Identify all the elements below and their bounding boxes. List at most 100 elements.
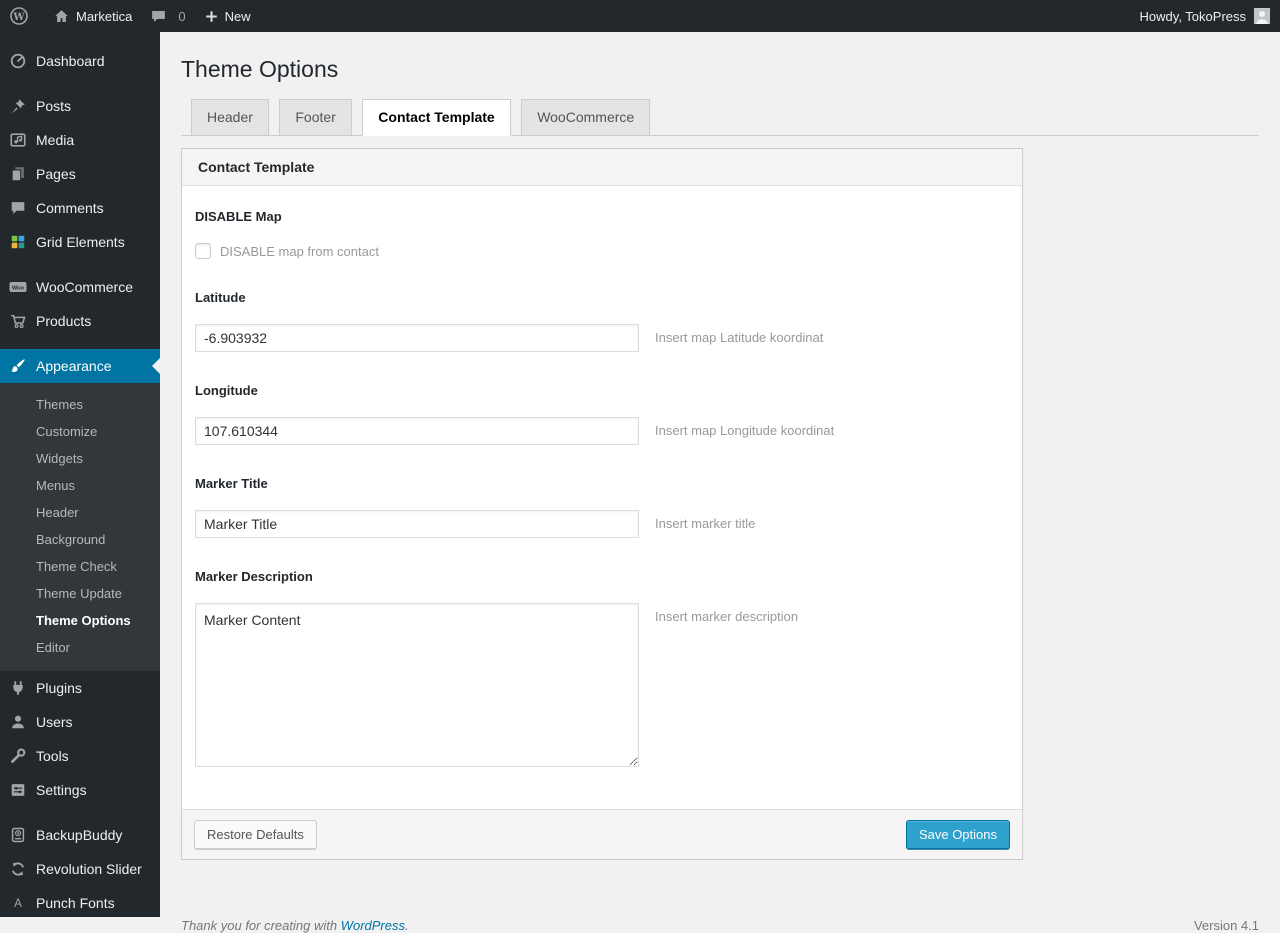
- howdy-label: Howdy, TokoPress: [1139, 8, 1246, 24]
- sidebar-item-label: Products: [36, 313, 92, 329]
- sidebar-item-users[interactable]: Users: [0, 705, 160, 739]
- sidebar-item-woocommerce[interactable]: Woo WooCommerce: [0, 270, 160, 304]
- tab-header[interactable]: Header: [191, 99, 269, 135]
- marker-description-textarea[interactable]: Marker Content: [195, 603, 639, 767]
- field-label: DISABLE Map: [195, 209, 282, 224]
- plug-icon: [8, 678, 28, 698]
- svg-text:Woo: Woo: [12, 286, 25, 292]
- checkbox-label: DISABLE map from contact: [220, 243, 379, 259]
- sidebar-item-label: Pages: [36, 166, 76, 182]
- tab-woocommerce[interactable]: WooCommerce: [521, 99, 651, 135]
- submenu-item-customize[interactable]: Customize: [0, 418, 160, 445]
- sidebar-item-media[interactable]: Media: [0, 123, 160, 157]
- sidebar-item-label: Media: [36, 132, 75, 148]
- sidebar-item-grid-elements[interactable]: Grid Elements: [0, 225, 160, 259]
- tab-footer[interactable]: Footer: [279, 99, 352, 135]
- sidebar-item-label: Appearance: [36, 358, 112, 374]
- panel-title: Contact Template: [182, 149, 1022, 186]
- sidebar-item-label: Revolution Slider: [36, 861, 142, 877]
- submenu-item-header[interactable]: Header: [0, 499, 160, 526]
- sidebar-item-label: Settings: [36, 782, 87, 798]
- field-label: Latitude: [195, 290, 246, 305]
- refresh-arrows-icon: [8, 859, 28, 879]
- wordpress-logo-icon: W: [9, 6, 29, 26]
- user-icon: [8, 712, 28, 732]
- menu-separator: [0, 78, 160, 89]
- submenu-item-editor[interactable]: Editor: [0, 634, 160, 661]
- admin-bar: W Marketica 0 New Howdy, TokoPress: [0, 0, 1280, 32]
- footer-version: Version 4.1: [1193, 918, 1259, 933]
- menu-separator: [0, 259, 160, 270]
- sidebar-item-label: BackupBuddy: [36, 827, 123, 843]
- sidebar-item-tools[interactable]: Tools: [0, 739, 160, 773]
- submenu-item-themes[interactable]: Themes: [0, 391, 160, 418]
- field-label: Longitude: [195, 383, 258, 398]
- save-options-button[interactable]: Save Options: [905, 820, 1010, 849]
- submenu-item-theme-options[interactable]: Theme Options: [0, 607, 160, 634]
- main-content: Theme Options Header Footer Contact Temp…: [160, 32, 1280, 933]
- sidebar-item-label: Dashboard: [36, 53, 105, 69]
- pages-icon: [8, 164, 28, 184]
- site-name-link[interactable]: Marketica: [44, 0, 141, 32]
- sidebar-item-label: Posts: [36, 98, 72, 114]
- sidebar-item-label: Punch Fonts: [36, 895, 115, 911]
- sidebar-item-products[interactable]: Products: [0, 304, 160, 338]
- submenu-item-widgets[interactable]: Widgets: [0, 445, 160, 472]
- sidebar-item-backupbuddy[interactable]: BackupBuddy: [0, 818, 160, 852]
- page-title: Theme Options: [181, 56, 339, 82]
- cart-icon: [8, 311, 28, 331]
- panel-footer: Restore Defaults Save Options: [182, 809, 1022, 859]
- sliders-icon: [8, 780, 28, 800]
- longitude-input[interactable]: [195, 417, 639, 445]
- sidebar-item-revolution-slider[interactable]: Revolution Slider: [0, 852, 160, 886]
- marker-title-input[interactable]: [195, 510, 639, 538]
- plus-icon: [204, 9, 219, 24]
- field-marker-description: Marker Description Marker Content Insert…: [195, 569, 1009, 767]
- submenu-item-theme-check[interactable]: Theme Check: [0, 553, 160, 580]
- sidebar-item-settings[interactable]: Settings: [0, 773, 160, 807]
- field-longitude: Longitude Insert map Longitude koordinat: [195, 383, 1009, 445]
- new-label: New: [224, 8, 251, 24]
- comments-shortcut[interactable]: 0: [141, 0, 194, 32]
- wordpress-logo-menu[interactable]: W: [0, 0, 44, 32]
- tab-contact-template[interactable]: Contact Template: [362, 99, 511, 136]
- submenu-item-theme-update[interactable]: Theme Update: [0, 580, 160, 607]
- sidebar-item-plugins[interactable]: Plugins: [0, 671, 160, 705]
- field-latitude: Latitude Insert map Latitude koordinat: [195, 290, 1009, 352]
- paintbrush-icon: [8, 356, 28, 376]
- field-marker-title: Marker Title Insert marker title: [195, 476, 1009, 538]
- field-help: Insert marker description: [655, 609, 799, 624]
- comment-bubble-icon: [150, 8, 167, 25]
- avatar: [1254, 8, 1270, 24]
- footer-thanks: Thank you for creating with WordPress.: [181, 918, 409, 933]
- theme-options-tabs: Header Footer Contact Template WooCommer…: [181, 99, 1259, 136]
- comment-bubble-icon: [8, 198, 28, 218]
- admin-menu: Dashboard Posts Media Pages Comments Gri…: [0, 32, 160, 917]
- new-content-menu[interactable]: New: [195, 0, 260, 32]
- restore-defaults-button[interactable]: Restore Defaults: [194, 820, 317, 849]
- submenu-item-background[interactable]: Background: [0, 526, 160, 553]
- panel-body: DISABLE Map DISABLE map from contact Lat…: [182, 186, 1022, 809]
- sidebar-item-label: WooCommerce: [36, 279, 133, 295]
- sidebar-item-appearance[interactable]: Appearance: [0, 349, 160, 383]
- comment-count: 0: [178, 8, 186, 24]
- sidebar-item-posts[interactable]: Posts: [0, 89, 160, 123]
- field-label: Marker Title: [195, 476, 268, 491]
- sidebar-item-label: Users: [36, 714, 73, 730]
- sidebar-item-pages[interactable]: Pages: [0, 157, 160, 191]
- field-help: Insert map Latitude koordinat: [655, 330, 824, 345]
- sidebar-item-punch-fonts[interactable]: A Punch Fonts: [0, 886, 160, 920]
- contact-template-panel: Contact Template DISABLE Map DISABLE map…: [181, 148, 1023, 860]
- latitude-input[interactable]: [195, 324, 639, 352]
- sidebar-item-label: Plugins: [36, 680, 82, 696]
- media-icon: [8, 130, 28, 150]
- admin-footer: Thank you for creating with WordPress. V…: [181, 918, 1259, 933]
- my-account-menu[interactable]: Howdy, TokoPress: [1140, 8, 1280, 24]
- wordpress-link[interactable]: WordPress: [341, 918, 405, 933]
- sidebar-item-comments[interactable]: Comments: [0, 191, 160, 225]
- sidebar-item-dashboard[interactable]: Dashboard: [0, 44, 160, 78]
- sidebar-item-label: Tools: [36, 748, 69, 764]
- disable-map-checkbox[interactable]: [195, 243, 211, 259]
- sidebar-item-label: Comments: [36, 200, 104, 216]
- submenu-item-menus[interactable]: Menus: [0, 472, 160, 499]
